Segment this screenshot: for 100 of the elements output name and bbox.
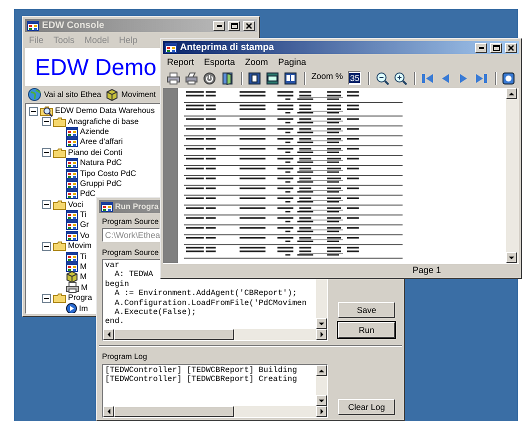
- folder-icon: [53, 293, 66, 304]
- tree-item[interactable]: Aziende: [80, 126, 109, 137]
- toolbar-button[interactable]: Moviment: [106, 88, 156, 100]
- push-button[interactable]: Save: [338, 302, 395, 318]
- maximize-icon: [492, 44, 500, 50]
- tree-item[interactable]: Voci: [68, 200, 84, 210]
- horizontal-scrollbar[interactable]: [103, 406, 327, 417]
- menu-item[interactable]: Report: [167, 56, 194, 66]
- vertical-scrollbar[interactable]: [506, 88, 519, 263]
- code-line: A.Execute(False);: [114, 308, 198, 317]
- clear-log-button[interactable]: Clear Log: [338, 399, 395, 415]
- tree-item[interactable]: Tipo Costo PdC: [80, 168, 136, 179]
- tree-item[interactable]: M: [80, 262, 87, 272]
- tree-item[interactable]: Vo: [80, 230, 90, 241]
- toolbar-button[interactable]: Vai al sito Ethea: [28, 88, 102, 101]
- collapse-toggle[interactable]: [42, 117, 51, 126]
- page-options-icon[interactable]: [502, 72, 515, 84]
- page-indicator: Page 1: [412, 265, 441, 275]
- window-title: EDW Console: [42, 20, 104, 31]
- tree-item[interactable]: Movim: [68, 241, 92, 252]
- grid-icon: [66, 220, 78, 230]
- folder-icon: [53, 241, 66, 252]
- scroll-left-icon: [103, 329, 114, 340]
- close-button[interactable]: [243, 20, 255, 30]
- grid-icon: [66, 230, 78, 241]
- vertical-scrollbar[interactable]: [316, 365, 327, 406]
- banner-title: EDW Demo: [35, 54, 156, 80]
- last-page-icon[interactable]: [474, 72, 488, 84]
- maximize-icon: [230, 22, 238, 28]
- tree-item[interactable]: PdC: [80, 189, 96, 200]
- close-button[interactable]: [505, 42, 517, 52]
- collapse-toggle[interactable]: [42, 242, 51, 251]
- tree-item[interactable]: Im: [79, 304, 88, 313]
- window-title: Run Progra: [115, 202, 159, 211]
- first-page-icon[interactable]: [420, 72, 434, 84]
- cube-icon: [106, 88, 118, 100]
- tree-item[interactable]: M: [80, 272, 87, 282]
- cube-icon: [66, 271, 78, 284]
- scroll-right-icon: [316, 329, 327, 340]
- door-icon[interactable]: [221, 72, 234, 84]
- zoom-field[interactable]: 35: [348, 71, 362, 85]
- menu-item[interactable]: Esporta: [204, 56, 236, 66]
- printer-setup-icon[interactable]: [185, 72, 198, 84]
- code-line: end.: [105, 317, 126, 327]
- power-icon[interactable]: [203, 72, 216, 84]
- grid-icon: [66, 158, 78, 168]
- single-page-icon[interactable]: [248, 72, 262, 84]
- app-icon: [165, 42, 177, 52]
- tree-item[interactable]: Aree d'affari: [80, 137, 123, 148]
- collapse-toggle[interactable]: [42, 200, 51, 210]
- code-line: A := Environment.AddAgent('CBReport');: [114, 289, 298, 299]
- close-icon: [246, 22, 252, 28]
- code-line: begin: [105, 280, 130, 290]
- maximize-button[interactable]: [228, 20, 240, 30]
- minimize-icon: [216, 24, 222, 26]
- tree-item[interactable]: Natura PdC: [80, 158, 122, 168]
- grid-icon: [66, 189, 78, 200]
- menu-item[interactable]: Pagina: [278, 56, 306, 66]
- maximize-button[interactable]: [490, 42, 502, 52]
- log-line: [TEDWController] [TEDWCBReport] Building: [105, 366, 298, 375]
- window-title: Anteprima di stampa: [180, 42, 274, 53]
- globe-icon: [28, 88, 41, 101]
- grid-icon: [66, 126, 78, 137]
- menu-item[interactable]: Zoom: [245, 56, 268, 66]
- close-icon: [508, 44, 514, 50]
- two-pages-icon[interactable]: [284, 72, 298, 84]
- tree-item[interactable]: EDW Demo Data Warehous: [55, 106, 155, 116]
- grid-icon: [66, 137, 78, 148]
- tree-item[interactable]: Anagrafiche di base: [68, 116, 139, 127]
- tree-item[interactable]: Gruppi PdC: [80, 178, 122, 189]
- code-line: var: [105, 261, 120, 270]
- log-line: [TEDWController] [TEDWCBReport] Creating: [105, 375, 298, 385]
- push-button[interactable]: Run: [338, 322, 395, 338]
- printer-icon: [66, 282, 79, 294]
- minimize-button[interactable]: [475, 42, 487, 52]
- minimize-button[interactable]: [213, 20, 225, 30]
- collapse-toggle[interactable]: [42, 148, 51, 158]
- tree-item[interactable]: Piano dei Conti: [68, 148, 122, 158]
- horizontal-scrollbar[interactable]: [103, 329, 327, 340]
- code-line: A.Configuration.LoadFromFile('PdCMovimen: [114, 298, 308, 308]
- page-width-icon[interactable]: [266, 72, 280, 84]
- tree-item[interactable]: Gr: [80, 220, 89, 230]
- tree-item[interactable]: Ti: [80, 210, 86, 220]
- printer-icon[interactable]: [167, 72, 180, 84]
- tree-item[interactable]: Ti: [80, 252, 86, 262]
- scroll-thumb[interactable]: [114, 329, 234, 340]
- tree-item[interactable]: M: [81, 282, 88, 293]
- grid-icon: [66, 262, 78, 272]
- scroll-up-icon: [506, 88, 517, 99]
- folder-icon: [53, 148, 66, 158]
- grid-icon: [66, 210, 78, 220]
- scroll-thumb[interactable]: [114, 406, 234, 417]
- zoom-label: Zoom %: [311, 71, 343, 81]
- collapse-toggle[interactable]: [29, 106, 38, 116]
- app-icon: [101, 202, 113, 212]
- collapse-toggle[interactable]: [42, 294, 51, 303]
- scroll-down-icon: [316, 318, 327, 329]
- zoom-in-icon[interactable]: [394, 72, 407, 84]
- tree-item[interactable]: Progra: [68, 293, 92, 304]
- zoom-out-icon[interactable]: [376, 72, 389, 84]
